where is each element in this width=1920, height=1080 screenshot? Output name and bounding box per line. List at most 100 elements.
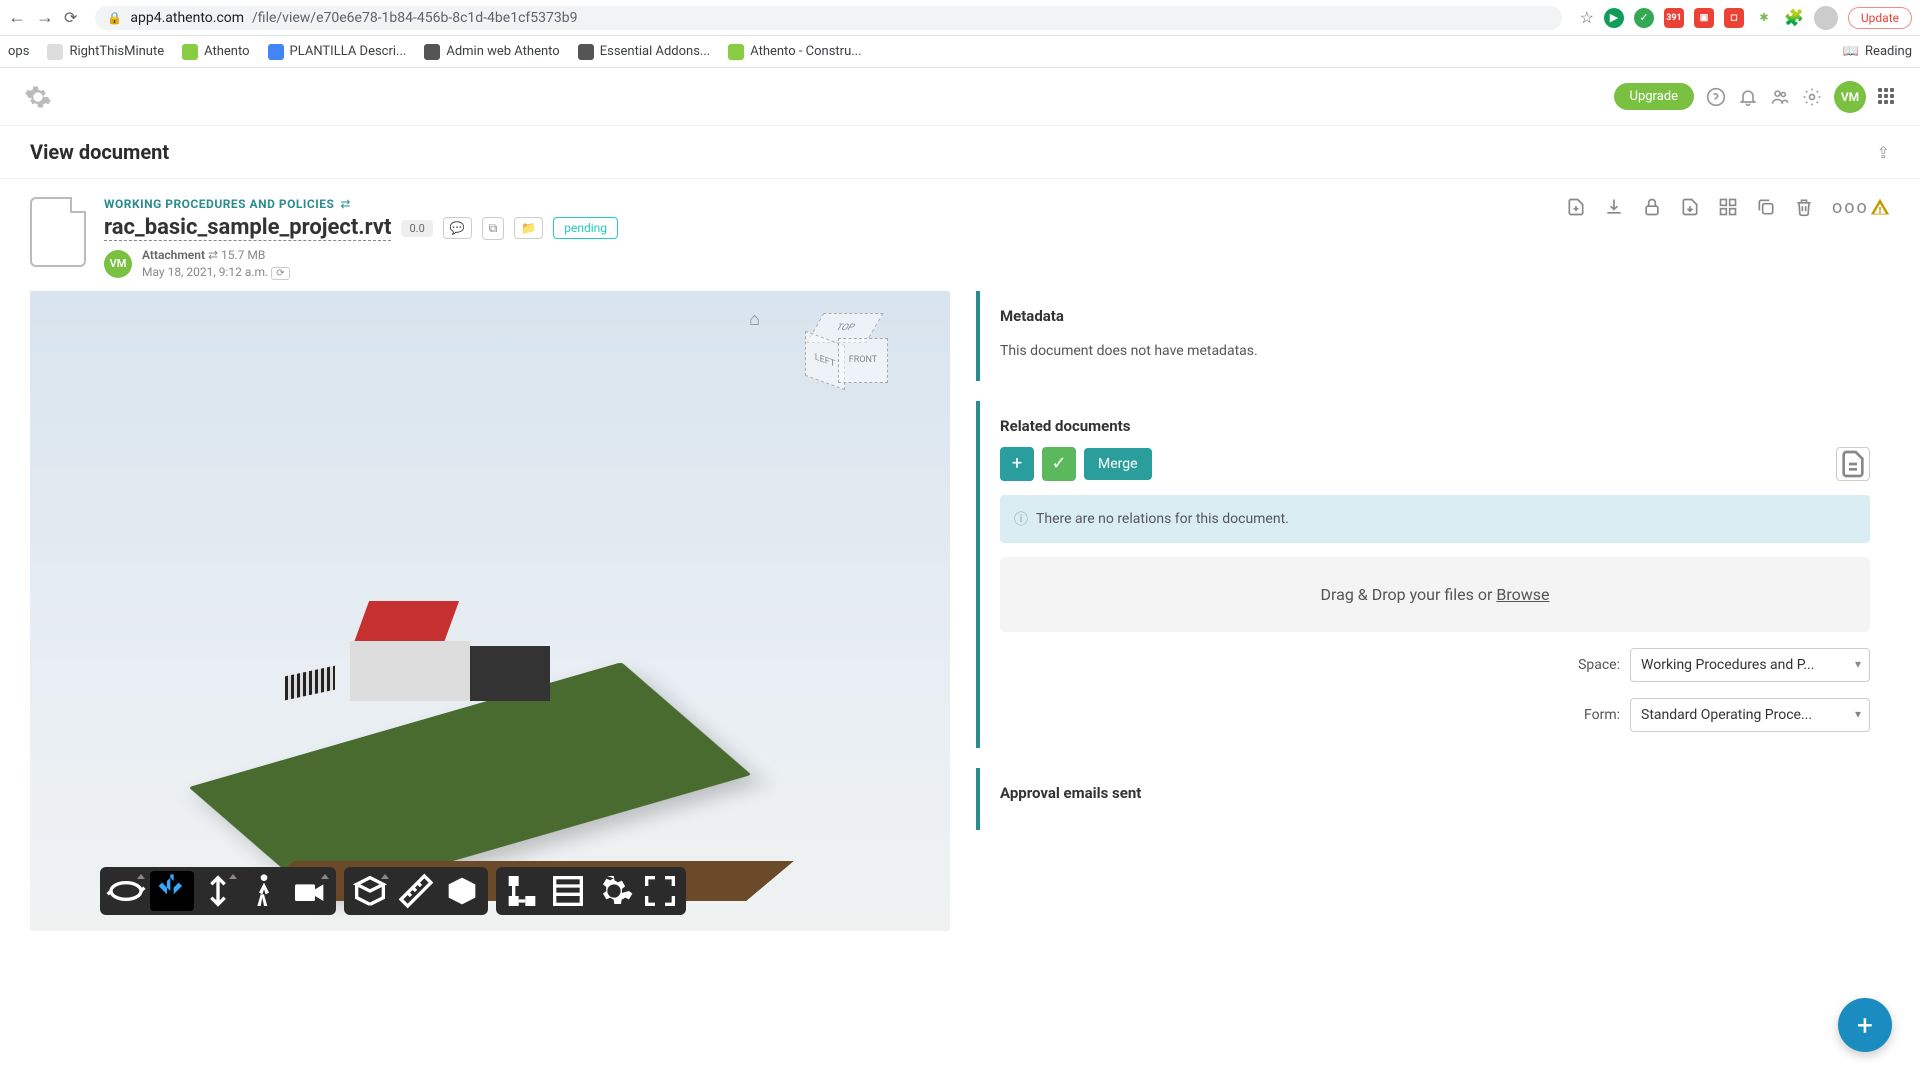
warning-icon[interactable] [1870,197,1890,217]
ext-icon-5[interactable]: ✱ [1754,8,1774,28]
ext-icon-1[interactable]: ▶ [1604,8,1624,28]
duplicate-icon[interactable] [1756,197,1776,217]
nav-forward-icon[interactable]: → [36,7,54,28]
add-relation-button[interactable]: + [1000,447,1034,481]
url-host: app4.athento.com [130,10,244,26]
status-badge: pending [553,217,618,239]
document-actions: ooo [1566,197,1890,217]
app-logo-gear-icon[interactable] [24,83,52,111]
bell-icon[interactable] [1738,87,1758,107]
bookmark-essential[interactable]: Essential Addons... [578,44,710,60]
form-select[interactable]: Standard Operating Proce... [1630,698,1870,732]
new-file-icon[interactable] [1566,197,1586,217]
walk-icon[interactable] [242,871,286,911]
favicon-icon [268,44,284,60]
export-file-icon[interactable] [1680,197,1700,217]
nav-back-icon[interactable]: ← [8,7,26,28]
bookmark-admin-web[interactable]: Admin web Athento [424,44,559,60]
space-select[interactable]: Working Procedures and P... [1630,648,1870,682]
fullscreen-icon[interactable] [638,871,682,911]
orbit-icon[interactable] [104,871,148,911]
bookmark-rightthisminute[interactable]: RightThisMinute [47,44,164,60]
favicon-icon [578,44,594,60]
trash-icon[interactable] [1794,197,1814,217]
browse-link[interactable]: Browse [1496,585,1549,604]
pan-icon[interactable] [150,871,194,911]
bookmark-athento-constru[interactable]: Athento - Constru... [728,44,861,60]
help-icon[interactable] [1706,87,1726,107]
camera-icon[interactable] [288,871,332,911]
reload-icon[interactable]: ⟳ [64,8,77,27]
folder-icon[interactable]: 📁 [514,217,543,239]
explode-icon[interactable] [440,871,484,911]
3d-model [210,551,740,891]
lock-icon[interactable] [1642,197,1662,217]
approval-title: Approval emails sent [1000,784,1870,802]
home-icon[interactable]: ⌂ [749,309,760,330]
comment-icon[interactable]: 💬 [443,217,472,239]
right-panel: Metadata This document does not have met… [976,291,1890,931]
properties-icon[interactable] [546,871,590,911]
document-title[interactable]: rac_basic_sample_project.rvt [104,215,391,241]
breadcrumb[interactable]: WORKING PROCEDURES AND POLICIES [104,197,334,211]
reading-list-button[interactable]: 📖Reading [1843,44,1912,59]
relations-empty-info: ⓘ There are no relations for this docume… [1000,495,1870,543]
version-chip: 0.0 [401,220,432,237]
lock-icon: 🔒 [107,11,122,25]
measure-icon[interactable] [394,871,438,911]
fab-add-button[interactable]: + [1838,998,1892,1052]
url-path: /file/view/e70e6e78-1b84-456b-8c1d-4be1c… [252,10,577,26]
chrome-toolbar-icons: ☆ ▶ ✓ 391 ▣ ◻ ✱ 🧩 Update [1580,6,1912,30]
grid-icon[interactable] [1718,197,1738,217]
metadata-panel: Metadata This document does not have met… [976,291,1890,381]
copy-icon[interactable]: ⧉ [482,217,505,240]
favicon-icon [424,44,440,60]
author-avatar: VM [104,250,132,278]
browser-chrome: ← → ⟳ 🔒 app4.athento.com/file/view/e70e6… [0,0,1920,36]
metadata-empty-text: This document does not have metadatas. [1000,337,1870,365]
star-icon[interactable]: ☆ [1580,8,1594,27]
viewcube-front[interactable]: FRONT [838,338,888,383]
document-list-icon[interactable] [1836,447,1870,481]
upgrade-button[interactable]: Upgrade [1614,83,1694,110]
favicon-icon [182,44,198,60]
favicon-icon [47,44,63,60]
more-icon[interactable]: ooo [1832,197,1852,217]
download-icon[interactable] [1604,197,1624,217]
url-bar[interactable]: 🔒 app4.athento.com/file/view/e70e6e78-1b… [95,6,1561,30]
bookmark-plantilla[interactable]: PLANTILLA Descri... [268,44,407,60]
share-icon[interactable]: ⇪ [1877,143,1890,162]
info-icon: ⓘ [1014,509,1028,529]
section-icon[interactable] [348,871,392,911]
viewer-settings-icon[interactable] [592,871,636,911]
zoom-icon[interactable] [196,871,240,911]
model-browser-icon[interactable] [500,871,544,911]
document-header: WORKING PROCEDURES AND POLICIES ⇄ rac_ba… [0,179,1920,291]
ext-icon-3[interactable]: ▣ [1694,8,1714,28]
ext-icon-4[interactable]: ◻ [1724,8,1744,28]
3d-viewer[interactable]: ⌂ TOP LEFT FRONT [30,291,950,931]
chrome-update-button[interactable]: Update [1848,7,1912,29]
apps-grid-icon[interactable] [1878,88,1896,106]
extensions-icon[interactable]: 🧩 [1784,8,1804,27]
confirm-relation-button[interactable]: ✓ [1042,447,1076,481]
form-label: Form: [1584,707,1620,723]
space-label: Space: [1578,657,1620,673]
settings-icon[interactable] [1802,87,1822,107]
users-icon[interactable] [1770,87,1790,107]
ext-badge-391[interactable]: 391 [1664,8,1684,28]
user-avatar[interactable]: VM [1834,81,1866,113]
swap-icon[interactable]: ⇄ [340,197,350,211]
document-type-icon [30,197,86,267]
page-title: View document [30,140,169,164]
related-docs-panel: Related documents + ✓ Merge ⓘ There are … [976,401,1890,748]
merge-button[interactable]: Merge [1084,448,1152,480]
dropzone[interactable]: Drag & Drop your files or Browse [1000,557,1870,632]
approval-panel: Approval emails sent [976,768,1890,830]
profile-avatar-icon[interactable] [1814,6,1838,30]
bookmark-ops[interactable]: ops [8,44,29,59]
ext-icon-2[interactable]: ✓ [1634,8,1654,28]
bookmarks-bar: ops RightThisMinute Athento PLANTILLA De… [0,36,1920,68]
viewcube[interactable]: TOP LEFT FRONT [800,313,890,403]
bookmark-athento[interactable]: Athento [182,44,249,60]
